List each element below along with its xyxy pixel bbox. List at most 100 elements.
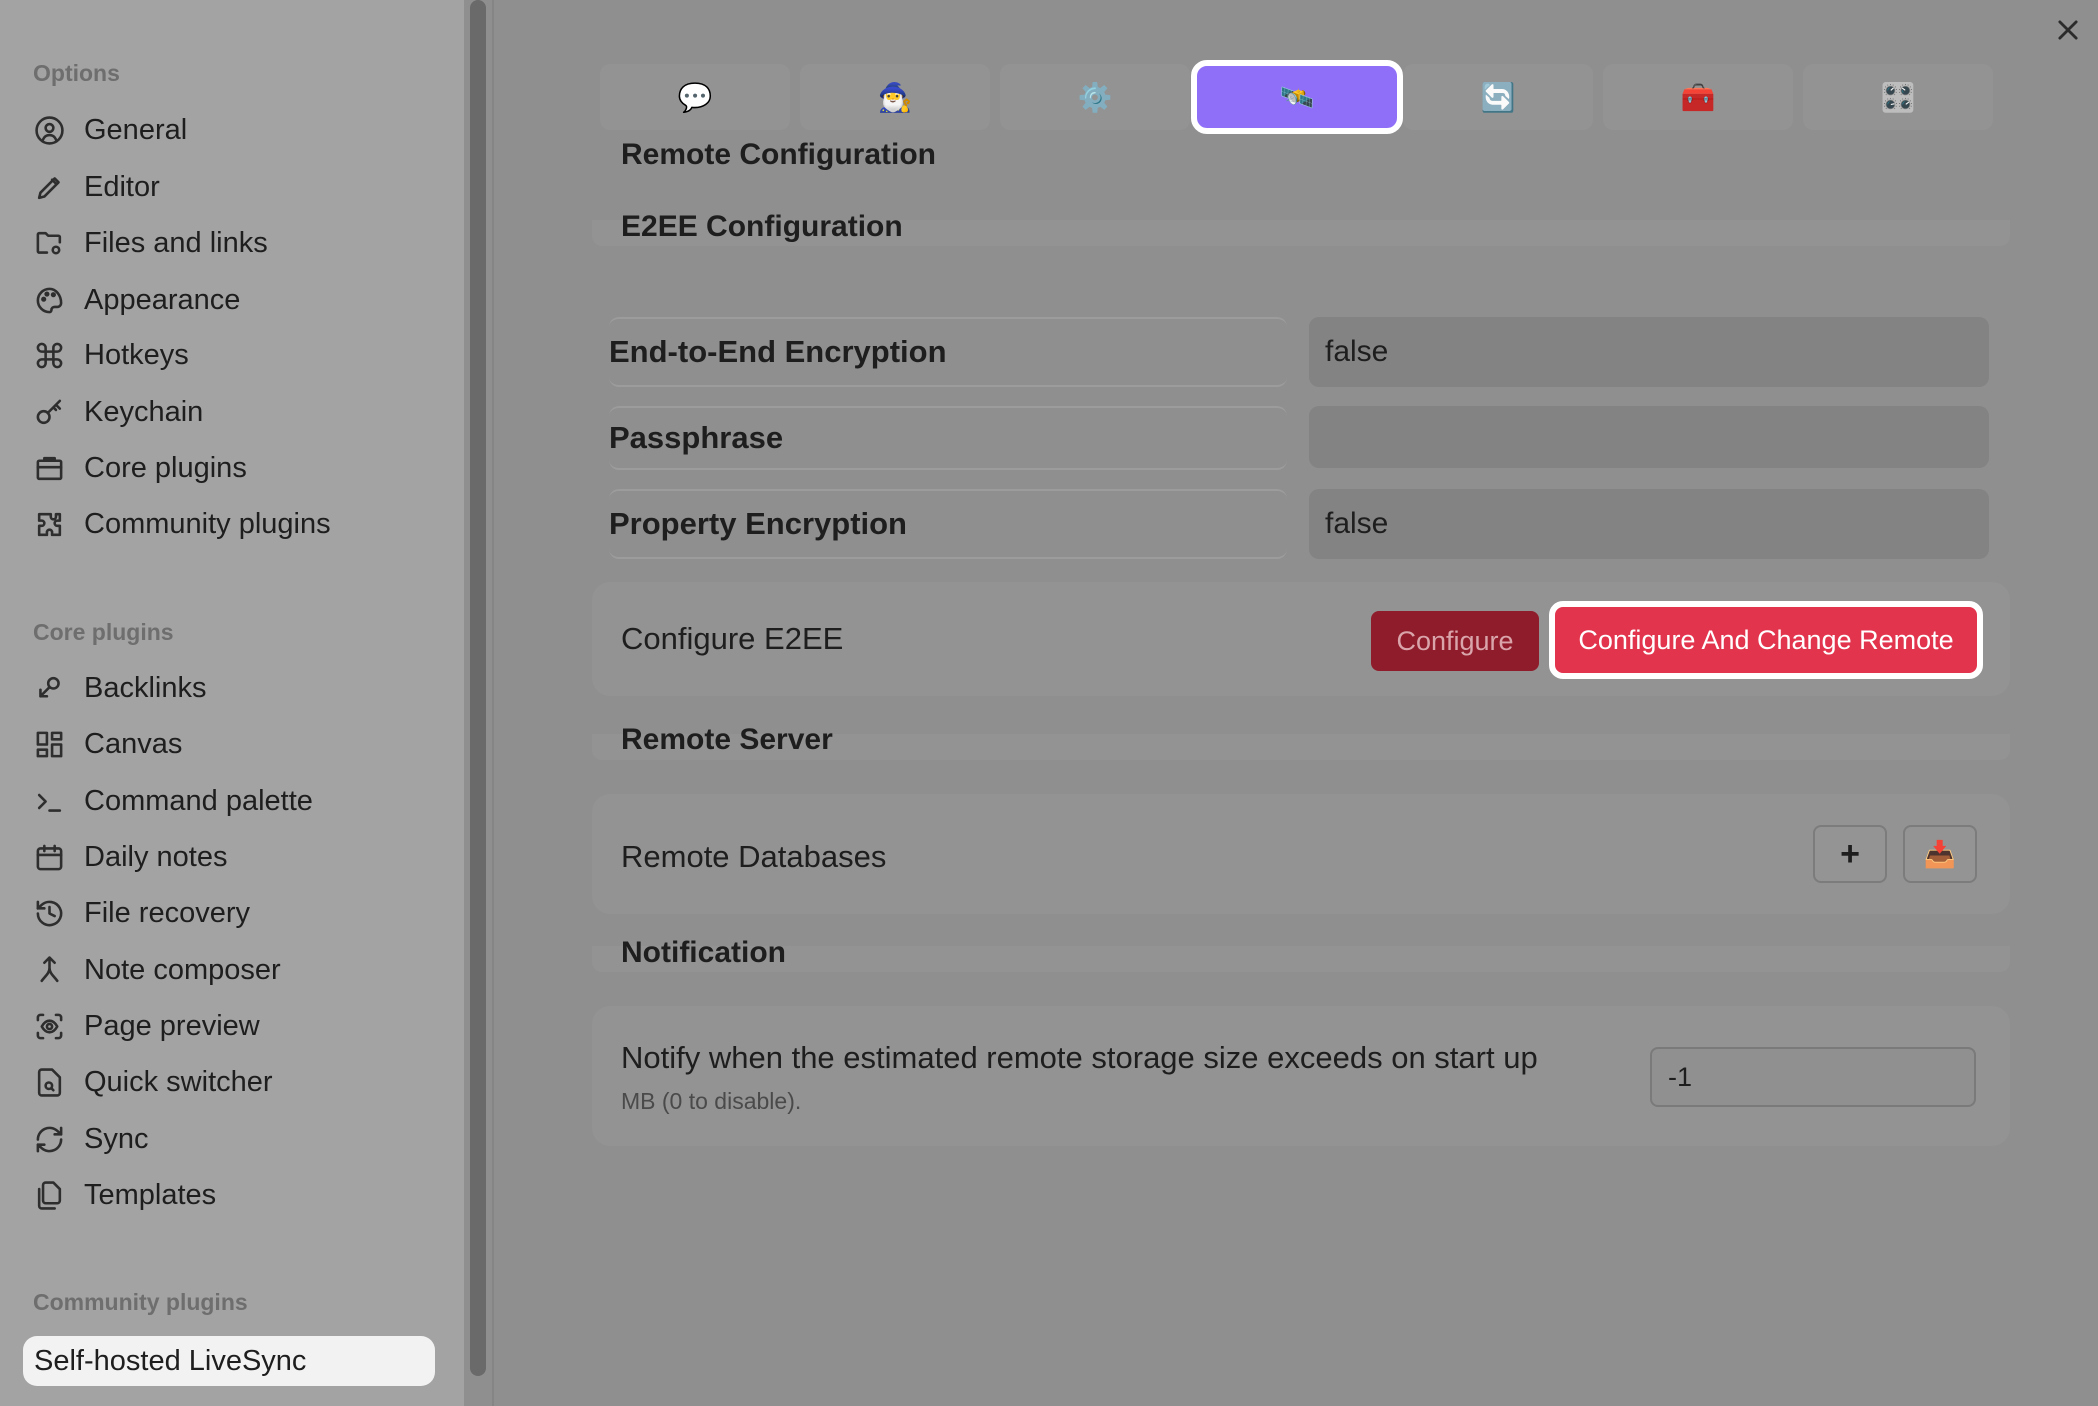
label-end-to-end-encryption: End-to-End Encryption [609,317,1287,387]
terminal-icon [30,782,68,820]
section-title-remote-server: Remote Server [621,723,833,756]
sidebar-item-label: General [84,113,188,146]
close-icon [2058,20,2078,40]
pencil-icon [30,168,68,206]
merge-icon [30,951,68,989]
sidebar-item-appearance[interactable]: Appearance [30,275,440,325]
sidebar-item-templates[interactable]: Templates [30,1170,440,1220]
section-title-e2ee-configuration: E2EE Configuration [621,210,903,243]
value-passphrase [1309,406,1989,468]
sidebar-divider [492,0,494,1406]
sidebar-item-label: Sync [84,1122,149,1155]
sidebar-item-label: Backlinks [84,671,207,704]
label-property-encryption: Property Encryption [609,489,1287,559]
sidebar-item-file-recovery[interactable]: File recovery [30,888,440,938]
sidebar-item-label: Keychain [84,395,204,428]
value-property-encryption: false [1309,489,1989,559]
sidebar-item-note-composer[interactable]: Note composer [30,945,440,995]
add-remote-database-button[interactable]: + [1813,825,1887,883]
section-header-background [592,946,2010,972]
sidebar-item-label: Files and links [84,226,268,259]
sidebar-item-quick-switcher[interactable]: Quick switcher [30,1057,440,1107]
sidebar-item-label: Page preview [84,1009,260,1042]
sidebar-item-self-hosted-livesync[interactable]: Self-hosted LiveSync [23,1336,435,1386]
tab-general-settings[interactable]: ⚙️ [1000,64,1190,130]
history-icon [30,894,68,932]
wizard-icon: 🧙‍♂️ [877,81,913,113]
sidebar-item-backlinks[interactable]: Backlinks [30,663,440,713]
sidebar-item-label: File recovery [84,896,250,929]
palette-icon [30,281,68,319]
scan-eye-icon [30,1007,68,1045]
sync-arrows-icon: 🔄 [1480,81,1516,113]
sidebar-item-community-plugins[interactable]: Community plugins [30,499,440,549]
tab-speech-bubble[interactable]: 💬 [600,64,790,130]
tab-advanced[interactable]: 🎛️ [1803,64,1993,130]
notify-storage-size-label: Notify when the estimated remote storage… [621,1040,1538,1075]
user-circle-icon [30,111,68,149]
calendar-icon [30,838,68,876]
command-icon [30,336,68,374]
community-plugins-heading: Community plugins [33,1289,248,1315]
sidebar-item-files-and-links[interactable]: Files and links [30,218,440,268]
control-knobs-icon: 🎛️ [1880,81,1916,113]
toolbox-icon: 🧰 [1680,81,1716,113]
core-plugins-heading: Core plugins [33,619,174,645]
gear-icon: ⚙️ [1077,81,1113,113]
configure-button[interactable]: Configure [1371,611,1539,671]
sidebar-item-daily-notes[interactable]: Daily notes [30,832,440,882]
section-title-remote-configuration: Remote Configuration [621,138,936,171]
sidebar-item-editor[interactable]: Editor [30,162,440,212]
briefcase-icon [30,449,68,487]
sidebar-item-page-preview[interactable]: Page preview [30,1001,440,1051]
inbox-tray-icon: 📥 [1923,838,1957,869]
sidebar-item-general[interactable]: General [30,105,440,155]
sidebar-item-keychain[interactable]: Keychain [30,387,440,437]
sidebar-scrollbar[interactable] [470,0,486,1376]
sidebar-item-label: Templates [84,1178,217,1211]
section-title-notification: Notification [621,936,786,969]
sidebar-item-label: Command palette [84,784,313,817]
label-passphrase: Passphrase [609,406,1287,470]
notify-storage-size-input[interactable]: -1 [1650,1047,1976,1107]
refresh-icon [30,1120,68,1158]
sidebar-item-label: Hotkeys [84,338,189,371]
import-remote-database-button[interactable]: 📥 [1903,825,1977,883]
file-search-icon [30,1063,68,1101]
close-button[interactable] [2050,12,2086,48]
sidebar-item-label: Editor [84,170,160,203]
configure-e2ee-label: Configure E2EE [621,621,844,656]
sidebar-item-label: Note composer [84,953,281,986]
sidebar-item-label: Community plugins [84,507,331,540]
backlinks-icon [30,669,68,707]
satellite-icon: 🛰️ [1279,81,1315,113]
settings-sidebar: Options General Editor Files and links A… [0,0,464,1406]
plus-icon: + [1840,834,1860,873]
settings-modal: Options General Editor Files and links A… [0,0,2098,1406]
sidebar-item-canvas[interactable]: Canvas [30,719,440,769]
value-end-to-end-encryption: false [1309,317,1989,387]
sidebar-item-hotkeys[interactable]: Hotkeys [30,330,440,380]
configure-and-change-remote-button[interactable]: Configure And Change Remote [1549,601,1983,679]
sidebar-item-label: Quick switcher [84,1065,273,1098]
sidebar-item-label: Appearance [84,283,241,316]
tab-sync-settings[interactable]: 🔄 [1403,64,1593,130]
sidebar-item-sync[interactable]: Sync [30,1114,440,1164]
sidebar-item-label: Canvas [84,727,183,760]
sidebar-item-command-palette[interactable]: Command palette [30,776,440,826]
tab-wizard[interactable]: 🧙‍♂️ [800,64,990,130]
notify-storage-size-description: MB (0 to disable). [621,1088,802,1114]
tab-hatch[interactable]: 🧰 [1603,64,1793,130]
sidebar-item-core-plugins[interactable]: Core plugins [30,443,440,493]
sidebar-item-label: Core plugins [84,451,247,484]
options-heading: Options [33,60,120,86]
key-icon [30,393,68,431]
tab-remote-configuration[interactable]: 🛰️ [1191,60,1403,134]
remote-databases-label: Remote Databases [621,839,887,874]
folder-cog-icon [30,224,68,262]
sidebar-item-label: Daily notes [84,840,228,873]
layout-dashboard-icon [30,725,68,763]
puzzle-icon [30,505,68,543]
speech-bubble-icon: 💬 [677,81,713,113]
files-icon [30,1176,68,1214]
